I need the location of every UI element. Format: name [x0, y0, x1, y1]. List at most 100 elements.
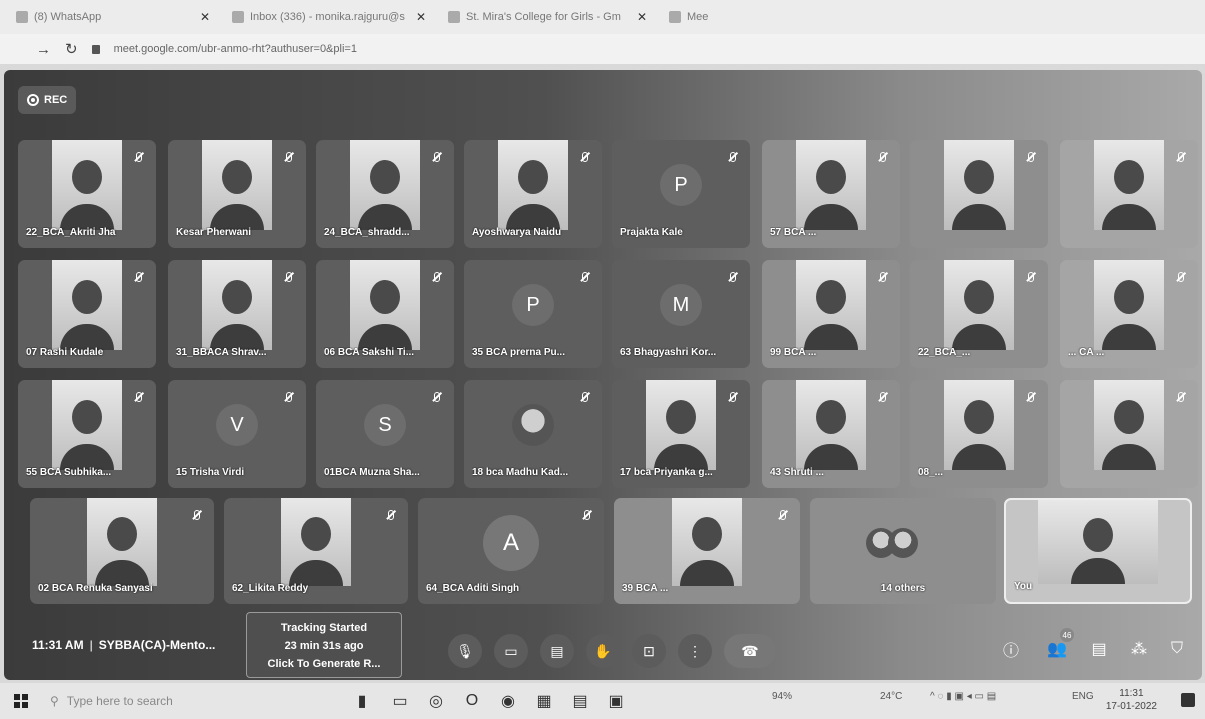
mic-off-icon	[130, 148, 148, 166]
battery-indicator[interactable]: 94%	[772, 691, 792, 702]
captions-button[interactable]: ▤	[540, 634, 574, 668]
activities-icon: ⁂	[1131, 641, 1147, 658]
participant-tile[interactable]: 14 others	[810, 498, 996, 604]
tracking-popup[interactable]: Tracking Started 23 min 31s ago Click To…	[246, 612, 402, 678]
reload-icon[interactable]: ↻	[65, 40, 78, 58]
close-tab-icon[interactable]: ✕	[416, 10, 426, 24]
camera-button[interactable]: ▭	[494, 634, 528, 668]
participant-tile[interactable]	[1060, 140, 1198, 248]
mic-off-icon	[130, 268, 148, 286]
tab-college[interactable]: St. Mira's College for Girls - Gm ✕	[440, 4, 655, 30]
host-controls-button[interactable]: ⛉	[1164, 636, 1190, 662]
people-button[interactable]: 👥 46	[1044, 628, 1074, 662]
participant-avatar: V	[216, 404, 258, 447]
system-tray-icons[interactable]: ^ ◌ ▮ ▣ ◂ ▭ ▤	[930, 691, 996, 702]
url-field[interactable]: meet.google.com/ubr-anmo-rht?authuser=0&…	[114, 43, 357, 55]
task-view-icon[interactable]: ▮	[352, 691, 372, 711]
mic-off-icon	[874, 148, 892, 166]
participant-tile[interactable]: You	[1004, 498, 1192, 604]
participant-tile[interactable]: 55 BCA Subhika...	[18, 380, 156, 488]
participant-tile[interactable]: 18 bca Madhu Kad...	[464, 380, 602, 488]
tab-title: (8) WhatsApp	[34, 11, 102, 23]
tab-meet[interactable]: Mee	[661, 4, 821, 30]
participant-video	[1094, 260, 1164, 350]
record-icon	[27, 94, 39, 106]
classroom-icon	[448, 11, 460, 23]
participant-tile[interactable]: P 35 BCA prerna Pu...	[464, 260, 602, 368]
close-tab-icon[interactable]: ✕	[637, 10, 647, 24]
meeting-details-button[interactable]: ⓘ	[998, 636, 1024, 662]
participant-video	[944, 260, 1014, 350]
participant-name: 01BCA Muzna Sha...	[324, 467, 420, 478]
participant-video	[498, 140, 568, 230]
participant-tile[interactable]: 22_BCA_Akriti Jha	[18, 140, 156, 248]
meet-stage: REC 22_BCA_Akriti Jha Kesar Pherwani 24_BC…	[4, 70, 1202, 680]
recording-indicator[interactable]: REC	[18, 86, 77, 114]
raise-hand-button[interactable]: ✋	[586, 634, 620, 668]
microphone-button[interactable]: 🎙	[448, 634, 482, 668]
participant-name: ... CA ...	[1068, 347, 1105, 358]
participant-tile[interactable]: 43 Shruti ...	[762, 380, 900, 488]
app-icon[interactable]: ▣	[606, 691, 626, 711]
chrome-icon[interactable]: ◎	[426, 691, 446, 711]
windows-start-icon[interactable]	[14, 694, 28, 708]
mic-off-icon	[280, 148, 298, 166]
participant-tile[interactable]: P Prajakta Kale	[612, 140, 750, 248]
generate-report-link[interactable]: Click To Generate R...	[247, 655, 401, 673]
forward-icon[interactable]: →	[36, 41, 51, 58]
participant-tile[interactable]: 24_BCA_shradd...	[316, 140, 454, 248]
participant-name: 02 BCA Renuka Sanyasi	[38, 583, 153, 594]
participant-tile[interactable]: A 64_BCA Aditi Singh	[418, 498, 604, 604]
participant-tile[interactable]: 07 Rashi Kudale	[18, 260, 156, 368]
participant-tile[interactable]: Ayoshwarya Naidu	[464, 140, 602, 248]
participant-tile[interactable]: 39 BCA ...	[614, 498, 800, 604]
participant-tile[interactable]: V 15 Trisha Virdi	[168, 380, 306, 488]
participant-tile[interactable]: Kesar Pherwani	[168, 140, 306, 248]
participant-video	[52, 380, 122, 470]
activities-button[interactable]: ⁂	[1126, 636, 1152, 662]
participant-tile[interactable]: 31_BBACA Shrav...	[168, 260, 306, 368]
participant-tile[interactable]: 17 bca Priyanka g...	[612, 380, 750, 488]
participant-tile[interactable]: 06 BCA Sakshi Ti...	[316, 260, 454, 368]
participant-tile[interactable]: 08_...	[910, 380, 1048, 488]
lock-icon[interactable]	[91, 44, 100, 54]
participant-tile[interactable]: M 63 Bhagyashri Kor...	[612, 260, 750, 368]
participant-tile[interactable]: ... CA ...	[1060, 260, 1198, 368]
tab-gmail[interactable]: Inbox (336) - monika.rajguru@s ✕	[224, 4, 434, 30]
chrome-profile-icon[interactable]: ◉	[498, 691, 518, 711]
participant-name: You	[1014, 581, 1033, 592]
gmail-icon	[232, 11, 244, 23]
participant-tile[interactable]	[910, 140, 1048, 248]
taskbar-search[interactable]: ⚲ Type here to search	[50, 689, 330, 713]
chat-button[interactable]: ▤	[1086, 636, 1112, 662]
excel-icon[interactable]: ▦	[534, 691, 554, 711]
mic-off-icon	[576, 148, 594, 166]
rec-label: REC	[44, 94, 68, 106]
close-tab-icon[interactable]: ✕	[200, 10, 210, 24]
file-explorer-icon[interactable]: ▭	[390, 691, 410, 711]
leave-call-button[interactable]: ☎	[724, 634, 776, 668]
participant-tile[interactable]: 57 BCA ...	[762, 140, 900, 248]
taskbar-clock[interactable]: 11:31 17-01-2022	[1106, 687, 1157, 713]
weather-indicator[interactable]: 24°C	[880, 691, 902, 702]
tab-title: Inbox (336) - monika.rajguru@s	[250, 11, 405, 23]
participant-video	[796, 380, 866, 470]
mic-off-icon	[1022, 388, 1040, 406]
chat-icon: ▤	[1091, 641, 1107, 658]
word-icon[interactable]: ▤	[570, 691, 590, 711]
participant-tile[interactable]: 22_BCA_...	[910, 260, 1048, 368]
language-indicator[interactable]: ENG	[1072, 691, 1094, 702]
more-options-button[interactable]: ⋮	[678, 634, 712, 668]
mic-off-icon	[280, 268, 298, 286]
participant-tile[interactable]	[1060, 380, 1198, 488]
notification-icon[interactable]	[1181, 693, 1195, 707]
present-button[interactable]: ⊡	[632, 634, 666, 668]
tab-whatsapp[interactable]: (8) WhatsApp ✕	[8, 4, 218, 30]
participant-tile[interactable]: 62_Likita Reddy	[224, 498, 408, 604]
participant-tile[interactable]: 02 BCA Renuka Sanyasi	[30, 498, 214, 604]
participant-name: 07 Rashi Kudale	[26, 347, 104, 358]
participant-tile[interactable]: 99 BCA ...	[762, 260, 900, 368]
participant-tile[interactable]: S 01BCA Muzna Sha...	[316, 380, 454, 488]
participant-video	[350, 140, 420, 230]
opera-icon[interactable]: O	[462, 691, 482, 711]
